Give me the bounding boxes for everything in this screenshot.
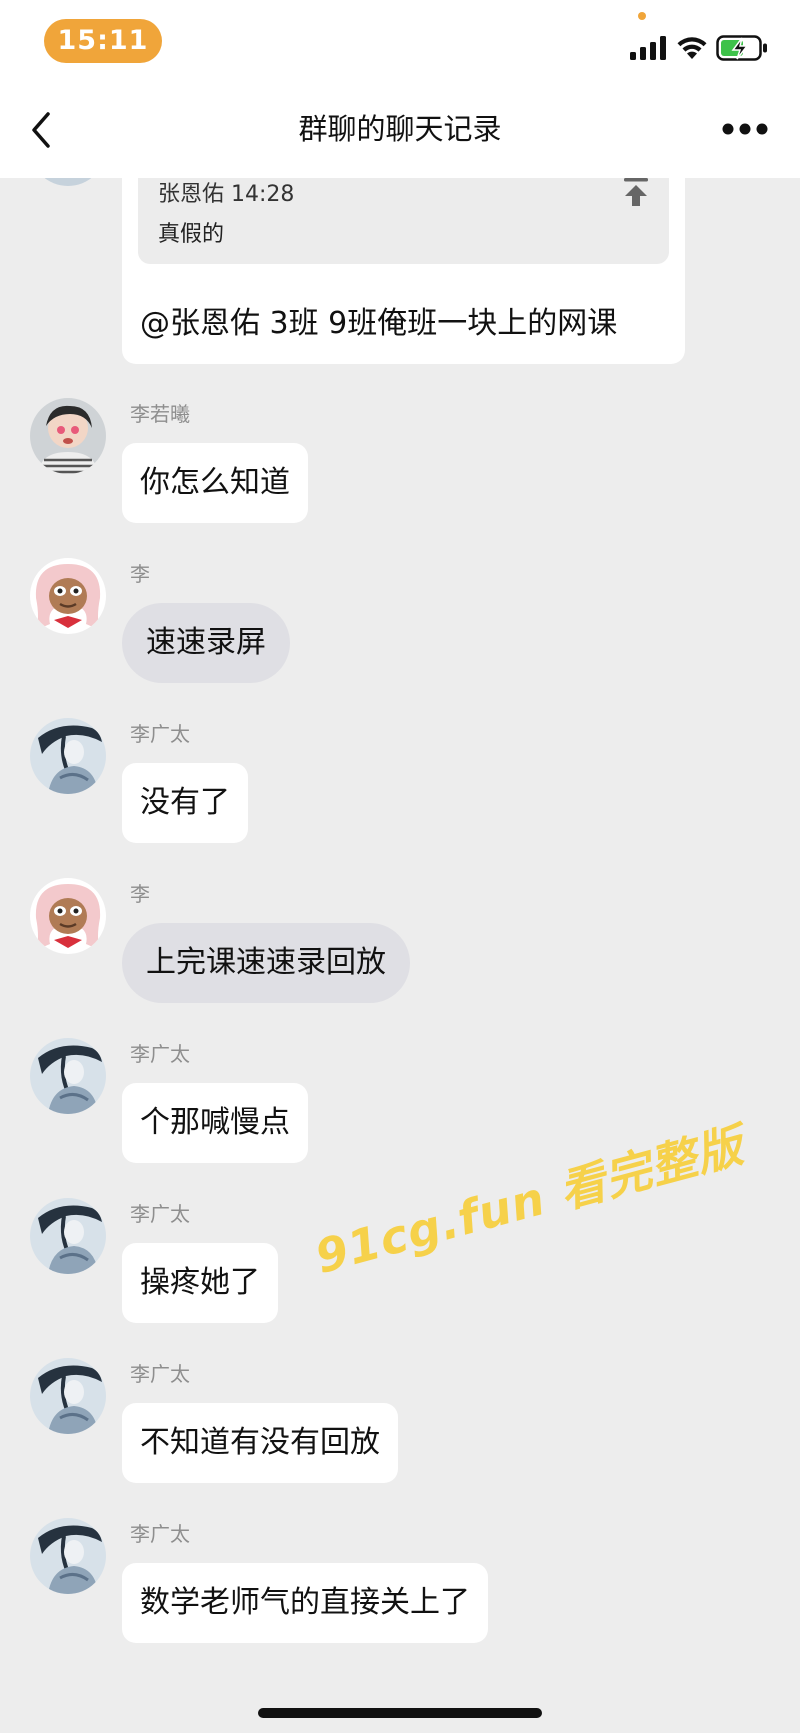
avatar[interactable] (30, 1518, 106, 1594)
avatar[interactable] (30, 558, 106, 634)
message-bubble[interactable]: 速速录屏 (122, 603, 290, 683)
message-bubble[interactable]: 上完课速速录回放 (122, 923, 410, 1003)
sender-name: 李广太 (130, 1522, 190, 1546)
sender-name: 李广太 (130, 1362, 190, 1386)
message-text: @张恩佑 3班 9班俺班一块上的网课 (140, 306, 618, 341)
battery-charging-icon (716, 35, 767, 61)
sender-name: 李若曦 (130, 402, 190, 426)
chat-history[interactable]: 张恩佑 14:28 真假的 @张恩佑 3班 9班俺班一块上的网课 李若曦 你怎么… (0, 178, 800, 1733)
jump-to-top-icon[interactable] (621, 178, 651, 208)
sender-name: 李广太 (130, 1202, 190, 1226)
quoted-text: 真假的 (158, 222, 225, 247)
sender-name: 李 (130, 562, 150, 586)
privacy-indicator-dot (638, 12, 646, 20)
avatar[interactable] (30, 398, 106, 474)
sender-name: 李广太 (130, 1042, 190, 1066)
avatar[interactable] (30, 718, 106, 794)
message-bubble[interactable]: 数学老师气的直接关上了 (122, 1563, 488, 1643)
wifi-icon (677, 37, 707, 59)
status-bar: 15:11 (0, 0, 800, 80)
message-bubble[interactable]: 不知道有没有回放 (122, 1403, 398, 1483)
page-title: 群聊的聊天记录 (298, 112, 502, 146)
sender-name: 李 (130, 882, 150, 906)
more-horizontal-icon[interactable] (720, 114, 770, 144)
avatar[interactable] (30, 878, 106, 954)
cellular-signal-icon (630, 36, 666, 60)
navigation-bar: 群聊的聊天记录 (0, 80, 800, 178)
status-time: 15:11 (44, 19, 162, 63)
quoted-author: 张恩佑 14:28 (158, 182, 295, 207)
avatar[interactable] (30, 1038, 106, 1114)
avatar[interactable] (30, 1198, 106, 1274)
home-indicator[interactable] (258, 1708, 542, 1718)
chevron-left-icon[interactable] (24, 110, 60, 150)
message-bubble[interactable]: 张恩佑 14:28 真假的 @张恩佑 3班 9班俺班一块上的网课 (122, 178, 685, 364)
message-bubble[interactable]: 你怎么知道 (122, 443, 308, 523)
message-bubble[interactable]: 没有了 (122, 763, 248, 843)
avatar[interactable] (30, 1358, 106, 1434)
message-bubble[interactable]: 个那喊慢点 (122, 1083, 308, 1163)
message-bubble[interactable]: 操疼她了 (122, 1243, 278, 1323)
quoted-message[interactable]: 张恩佑 14:28 真假的 (138, 178, 669, 264)
sender-name: 李广太 (130, 722, 190, 746)
avatar[interactable] (30, 178, 106, 194)
